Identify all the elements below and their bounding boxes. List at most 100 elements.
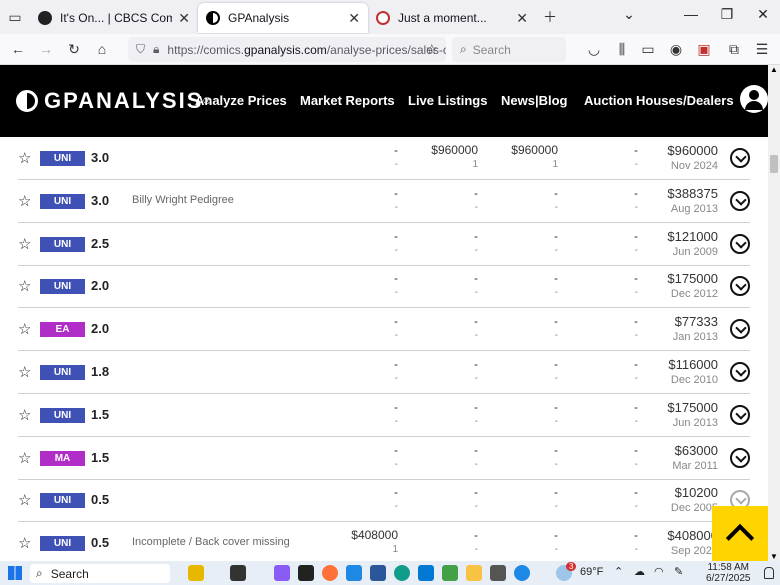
price-value: $388375 [667, 185, 718, 201]
price-cell: -- [318, 314, 398, 341]
account-icon[interactable]: ◉ [662, 41, 690, 58]
tab-cbcs[interactable]: It's On... | CBCS Comics | Page 6 ✕ [30, 3, 198, 33]
price-cell: -- [478, 229, 558, 256]
price-subvalue: Sep 2023 [670, 545, 718, 558]
expand-chevron-icon[interactable] [730, 190, 750, 211]
favorite-star-icon[interactable]: ☆ [18, 363, 31, 381]
favorite-star-icon[interactable]: ☆ [18, 277, 31, 295]
scroll-down-icon[interactable]: ▼ [770, 552, 778, 561]
search-icon: ⌕ [36, 566, 43, 580]
expand-chevron-icon[interactable] [730, 276, 750, 297]
scroll-thumb[interactable] [770, 155, 778, 173]
favorite-star-icon[interactable]: ☆ [18, 491, 31, 509]
label-type-badge: UNI [40, 407, 85, 423]
pocket-icon[interactable]: ◡ [580, 41, 608, 58]
table-row: ☆ UNI 3.0- - $960000 1 $960000 1- - $960000 Nov 20… [18, 137, 750, 180]
favorite-star-icon[interactable]: ☆ [18, 534, 31, 552]
tray-chevron-icon[interactable]: ⌃ [614, 565, 623, 578]
extensions-puzzle-icon[interactable]: ⧉ [720, 41, 748, 58]
favorite-star-icon[interactable]: ☆ [18, 235, 31, 253]
price-value: - [394, 228, 398, 243]
new-tab-icon[interactable]: ＋ [536, 7, 564, 27]
favorite-star-icon[interactable]: ☆ [18, 320, 31, 338]
windows-start-icon[interactable] [8, 566, 22, 580]
menu-market-reports[interactable]: Market Reports [300, 93, 395, 108]
shield-icon[interactable]: ⛉ [136, 42, 145, 57]
price-cell: $63000 Mar 2011 [638, 443, 718, 472]
close-icon[interactable]: ✕ [516, 10, 528, 27]
price-cell: $960000 1 [398, 143, 478, 170]
network-icon[interactable]: ☁ [634, 565, 645, 578]
back-icon[interactable]: ← [4, 41, 32, 57]
tab-list-icon[interactable]: ▭ [0, 9, 30, 26]
edge-icon[interactable] [394, 565, 410, 581]
menu-icon[interactable]: ☰ [748, 41, 776, 58]
menu-auction-houses[interactable]: Auction Houses/Dealers [584, 93, 734, 108]
system-clock[interactable]: 11:58 AM 6/27/2025 [706, 562, 751, 584]
sidebar-icon[interactable]: ▭ [634, 41, 662, 58]
expand-chevron-icon[interactable] [730, 319, 750, 340]
outlook-icon[interactable] [418, 565, 434, 581]
favorite-star-icon[interactable]: ☆ [18, 449, 31, 467]
app-icon[interactable] [298, 565, 314, 581]
tab-just-a-moment[interactable]: Just a moment... ✕ [368, 3, 536, 33]
task-view-icon[interactable] [230, 565, 246, 581]
favorite-star-icon[interactable]: ☆ [18, 406, 31, 424]
close-icon[interactable]: ✕ [348, 10, 360, 27]
price-value: $121000 [667, 228, 718, 244]
copilot-icon[interactable] [274, 565, 290, 581]
loading-favicon-icon [376, 11, 390, 25]
menu-analyze-prices[interactable]: Analyze Prices [195, 93, 287, 108]
menu-live-listings[interactable]: Live Listings [408, 93, 487, 108]
extension-icon[interactable]: ▣ [690, 41, 718, 58]
price-value: - [634, 228, 638, 243]
file-explorer-icon[interactable] [466, 565, 482, 581]
minimize-icon[interactable]: — [676, 6, 706, 22]
pineapple-widget-icon[interactable] [188, 565, 204, 581]
tab-overflow-chevron-icon[interactable]: ⌄ [614, 6, 644, 23]
bookmark-star-icon[interactable]: ☆ [425, 41, 438, 58]
table-row: ☆ UNI 3.0 Billy Wright Pedigree - - - - - - - - $388… [18, 180, 750, 223]
reload-icon[interactable]: ↻ [60, 41, 88, 58]
lock-icon[interactable]: 🔒︎ [153, 42, 159, 57]
grade-value: 1.8 [91, 364, 110, 379]
tasks-icon[interactable] [346, 565, 362, 581]
wifi-icon[interactable]: ◠ [654, 565, 664, 578]
firefox-icon[interactable] [322, 565, 338, 581]
price-value: - [474, 228, 478, 243]
favorite-star-icon[interactable]: ☆ [18, 192, 31, 210]
taskbar-search[interactable]: ⌕ Search [30, 564, 170, 583]
price-value: - [634, 143, 638, 157]
forward-icon[interactable]: → [32, 41, 60, 57]
window-close-icon[interactable]: ✕ [748, 6, 778, 23]
price-subvalue: - [634, 544, 638, 556]
expand-chevron-icon[interactable] [730, 233, 750, 254]
expand-chevron-icon[interactable] [730, 148, 750, 168]
scroll-to-top-button[interactable] [712, 506, 768, 561]
library-icon[interactable]: ⫼ [608, 41, 636, 58]
help-icon[interactable] [514, 565, 530, 581]
close-icon[interactable]: ✕ [178, 10, 190, 27]
price-subvalue: - [554, 330, 558, 342]
app-store-icon[interactable] [490, 565, 506, 581]
url-bar[interactable]: ⛉ 🔒︎ https://comics. gpanalysis.com/analy… [128, 37, 446, 62]
site-logo[interactable]: GPANALYSIS ® [16, 88, 213, 114]
notifications-bell-icon[interactable] [764, 567, 774, 579]
pen-icon[interactable]: ✎ [674, 565, 683, 578]
expand-chevron-icon[interactable] [730, 404, 750, 425]
tab-gpanalysis[interactable]: GPAnalysis ✕ [198, 3, 368, 33]
page-scrollbar[interactable]: ▲ ▼ [768, 65, 780, 561]
search-input[interactable]: ⌕ Search [452, 37, 566, 62]
weather-temperature[interactable]: 69°F [580, 566, 603, 578]
scroll-up-icon[interactable]: ▲ [770, 65, 778, 74]
user-avatar-icon[interactable] [740, 85, 768, 113]
word-icon[interactable] [370, 565, 386, 581]
menu-news-blog[interactable]: News|Blog [501, 93, 567, 108]
restore-icon[interactable]: ❐ [712, 6, 742, 23]
expand-chevron-icon[interactable] [730, 362, 750, 382]
favorite-star-icon[interactable]: ☆ [18, 149, 31, 167]
home-icon[interactable]: ⌂ [88, 41, 116, 57]
expand-chevron-icon[interactable] [730, 447, 750, 468]
price-subvalue: - [634, 330, 638, 342]
paint-icon[interactable] [442, 565, 458, 581]
